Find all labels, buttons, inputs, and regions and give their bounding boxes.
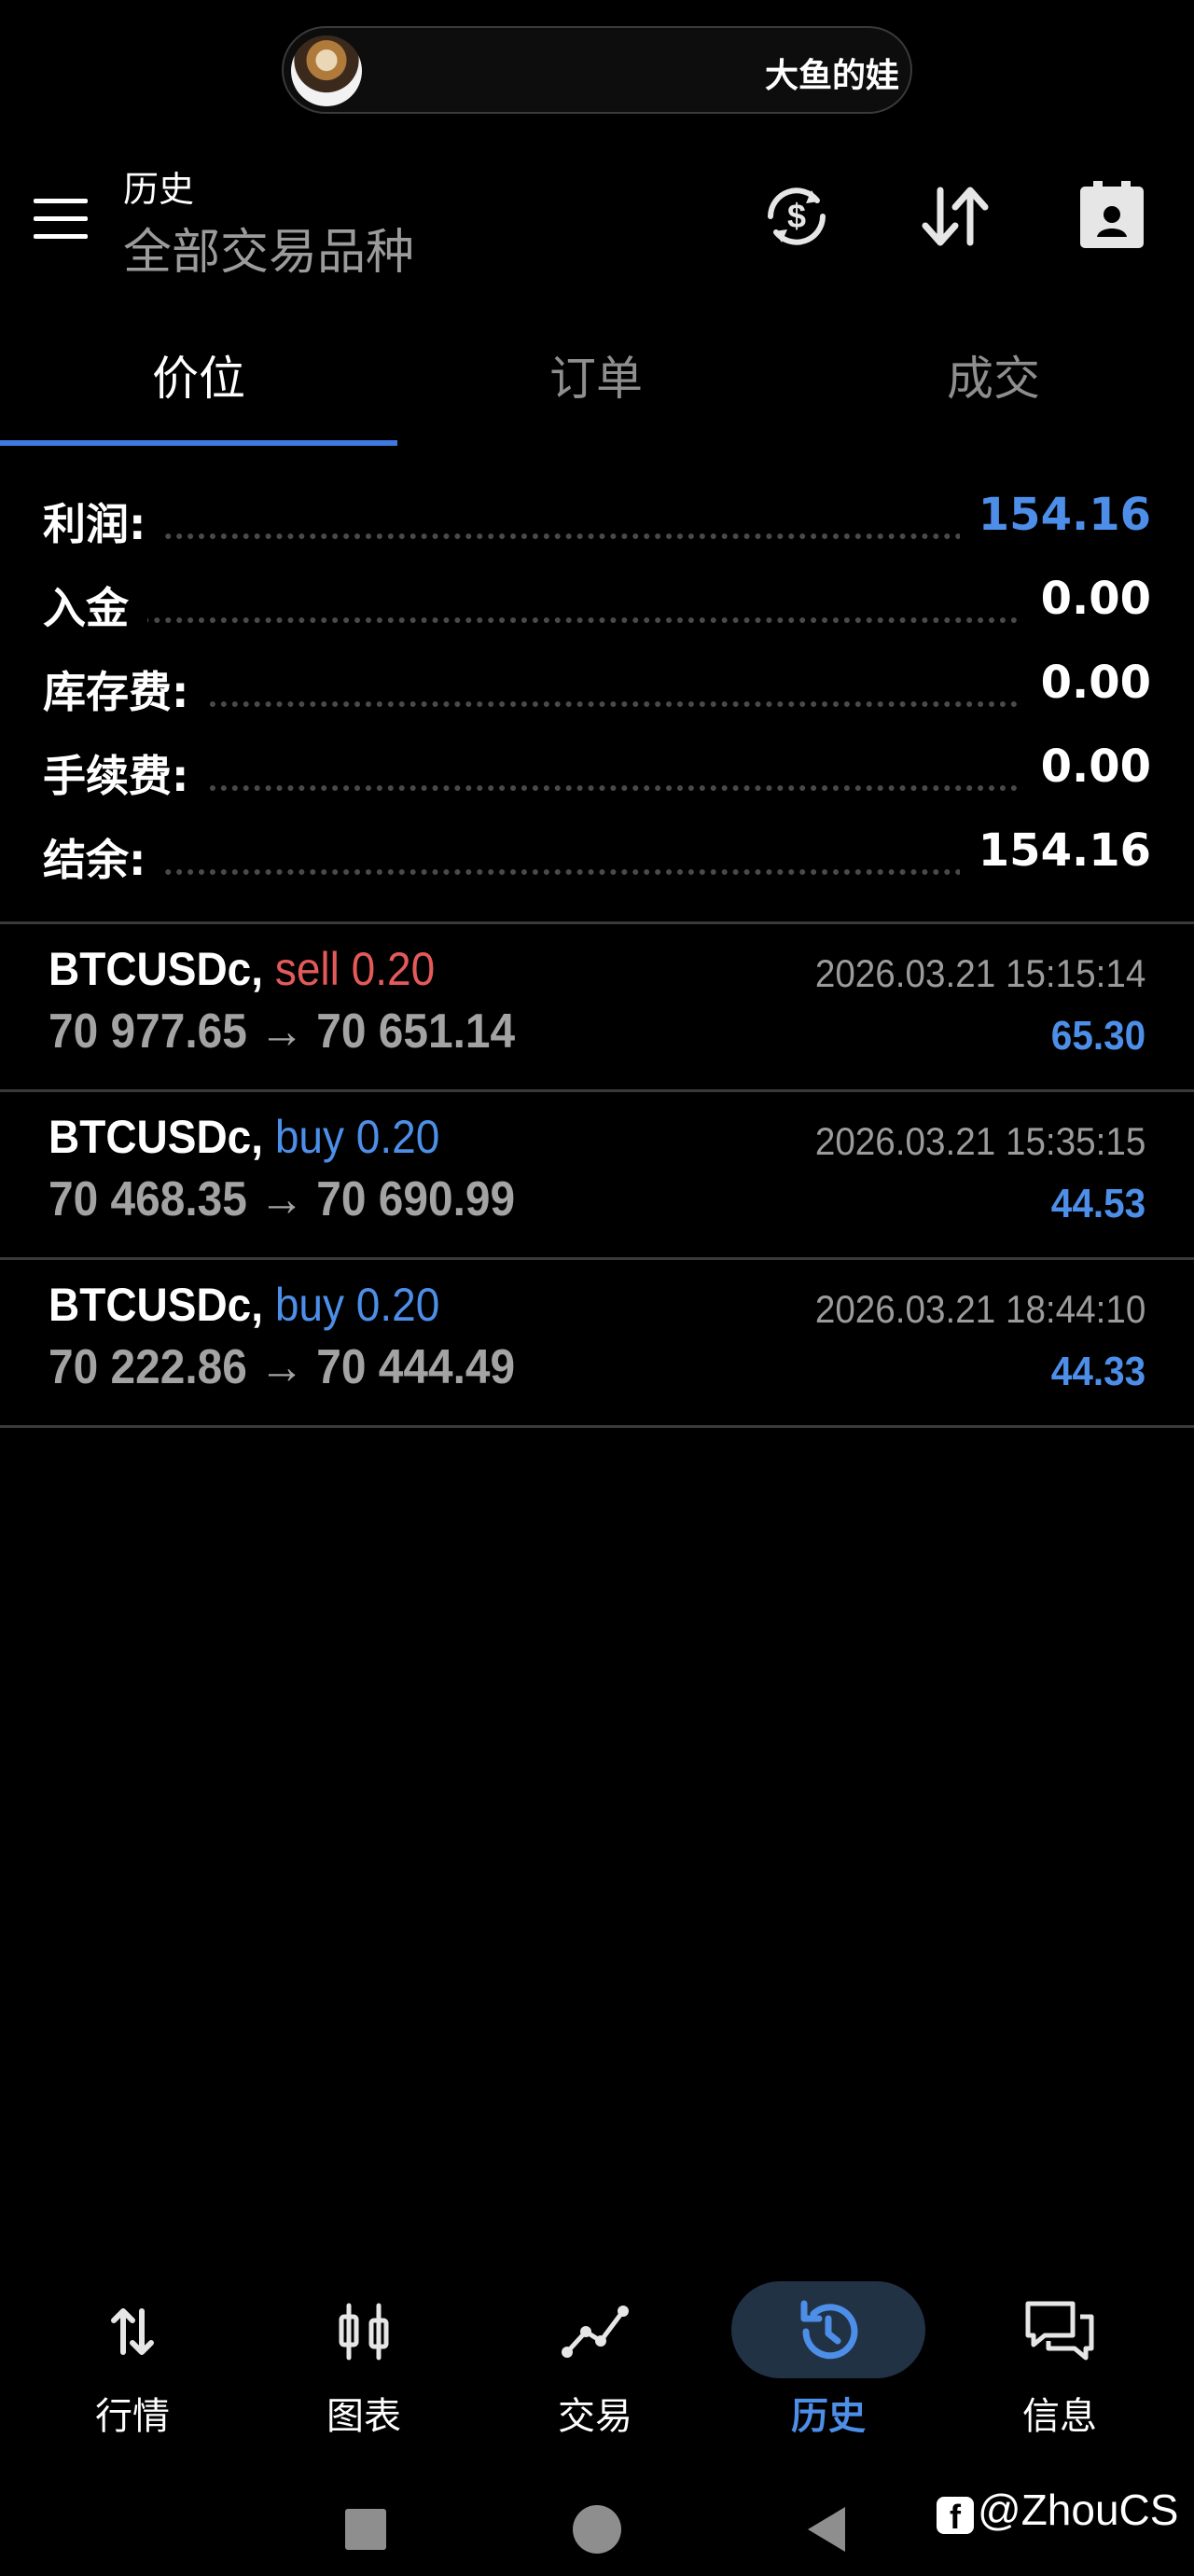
nav-quotes[interactable]: 行情 [39, 2276, 226, 2453]
currency-refresh-icon[interactable]: $ [757, 177, 836, 256]
deal-prices: 70 468.35 → 70 690.99 [49, 1172, 516, 1226]
deal-row[interactable]: BTCUSDc, sell 0.20 70 977.65 → 70 651.14… [0, 925, 1194, 1091]
deal-side: buy 0.20 [274, 1111, 440, 1163]
nav-label: 图表 [326, 2395, 401, 2438]
summary-commission: 手续费: 0.00 [43, 741, 1151, 817]
notification-pill[interactable]: 大鱼的娃 [282, 26, 912, 114]
nav-label: 历史 [791, 2395, 866, 2438]
tab-orders[interactable]: 订单 [397, 341, 795, 409]
pill-text: 大鱼的娃 [764, 57, 899, 95]
deal-prices: 70 977.65 → 70 651.14 [49, 1004, 516, 1059]
tab-deals[interactable]: 成交 [795, 341, 1192, 409]
deal-symbol: BTCUSDc, buy 0.20 [49, 1279, 440, 1331]
back-icon[interactable] [798, 2501, 854, 2557]
deal-symbol: BTCUSDc, sell 0.20 [49, 943, 436, 995]
summary-label: 库存费: [43, 658, 208, 720]
page-title: 历史 [123, 169, 195, 210]
dotted-leader [43, 617, 1151, 623]
summary-profit: 利润: 154.16 [43, 489, 1151, 565]
deal-time: 2026.03.21 15:35:15 [814, 1119, 1145, 1163]
summary-swap: 库存费: 0.00 [43, 657, 1151, 733]
symbol-filter[interactable]: 全部交易品种 [123, 213, 414, 283]
deal-row[interactable]: BTCUSDc, buy 0.20 70 468.35 → 70 690.99 … [0, 1093, 1194, 1259]
summary-deposit: 入金 0.00 [43, 573, 1151, 649]
divider [0, 1089, 1194, 1092]
divider [0, 1425, 1194, 1428]
svg-text:$: $ [787, 197, 806, 235]
summary-value: 0.00 [1021, 657, 1151, 709]
nav-messages[interactable]: 信息 [966, 2276, 1153, 2453]
summary-label: 手续费: [43, 742, 208, 804]
nav-history[interactable]: 历史 [735, 2276, 922, 2453]
quotes-arrows-icon [111, 2308, 154, 2355]
trade-line-icon [562, 2306, 629, 2358]
menu-icon[interactable] [34, 199, 88, 240]
summary-value: 0.00 [1021, 573, 1151, 625]
deal-side: buy 0.20 [274, 1279, 440, 1331]
deal-symbol: BTCUSDc, buy 0.20 [49, 1111, 440, 1163]
deal-time: 2026.03.21 15:15:14 [814, 951, 1145, 995]
dotted-leader [43, 785, 1151, 791]
history-clock-icon [800, 2300, 858, 2360]
deal-row[interactable]: BTCUSDc, buy 0.20 70 222.86 → 70 444.49 … [0, 1261, 1194, 1427]
summary-label: 利润: [43, 491, 165, 552]
nav-label: 交易 [558, 2395, 632, 2438]
deal-side: sell 0.20 [274, 943, 436, 995]
divider [0, 1257, 1194, 1260]
deal-time: 2026.03.21 18:44:10 [814, 1287, 1145, 1331]
deal-profit: 44.33 [1050, 1349, 1145, 1394]
nav-label: 信息 [1022, 2395, 1097, 2438]
deal-prices: 70 222.86 → 70 444.49 [49, 1340, 516, 1394]
summary-label: 结余: [43, 826, 165, 888]
facebook-icon: f [937, 2497, 974, 2536]
deal-profit: 65.30 [1050, 1013, 1145, 1059]
tab-indicator [0, 440, 397, 446]
tab-positions[interactable]: 价位 [0, 341, 397, 409]
recents-button[interactable] [338, 2501, 394, 2557]
messages-icon [1025, 2301, 1094, 2361]
report-icon[interactable] [1073, 177, 1151, 256]
nav-chart[interactable]: 图表 [271, 2276, 457, 2453]
summary-value: 0.00 [1021, 741, 1151, 793]
summary-balance: 结余: 154.16 [43, 824, 1151, 901]
summary-value: 154.16 [959, 824, 1151, 877]
avatar [291, 35, 362, 106]
home-button[interactable] [569, 2501, 625, 2557]
summary-value: 154.16 [959, 489, 1151, 541]
dotted-leader [43, 701, 1151, 707]
nav-trade[interactable]: 交易 [502, 2276, 688, 2453]
nav-label: 行情 [95, 2395, 170, 2438]
sort-icon[interactable] [916, 177, 994, 256]
candlestick-chart-icon [339, 2303, 389, 2361]
divider [0, 921, 1194, 924]
summary-label: 入金 [43, 575, 147, 636]
watermark: f @ZhouCS [937, 2485, 1178, 2536]
deal-profit: 44.53 [1050, 1181, 1145, 1226]
